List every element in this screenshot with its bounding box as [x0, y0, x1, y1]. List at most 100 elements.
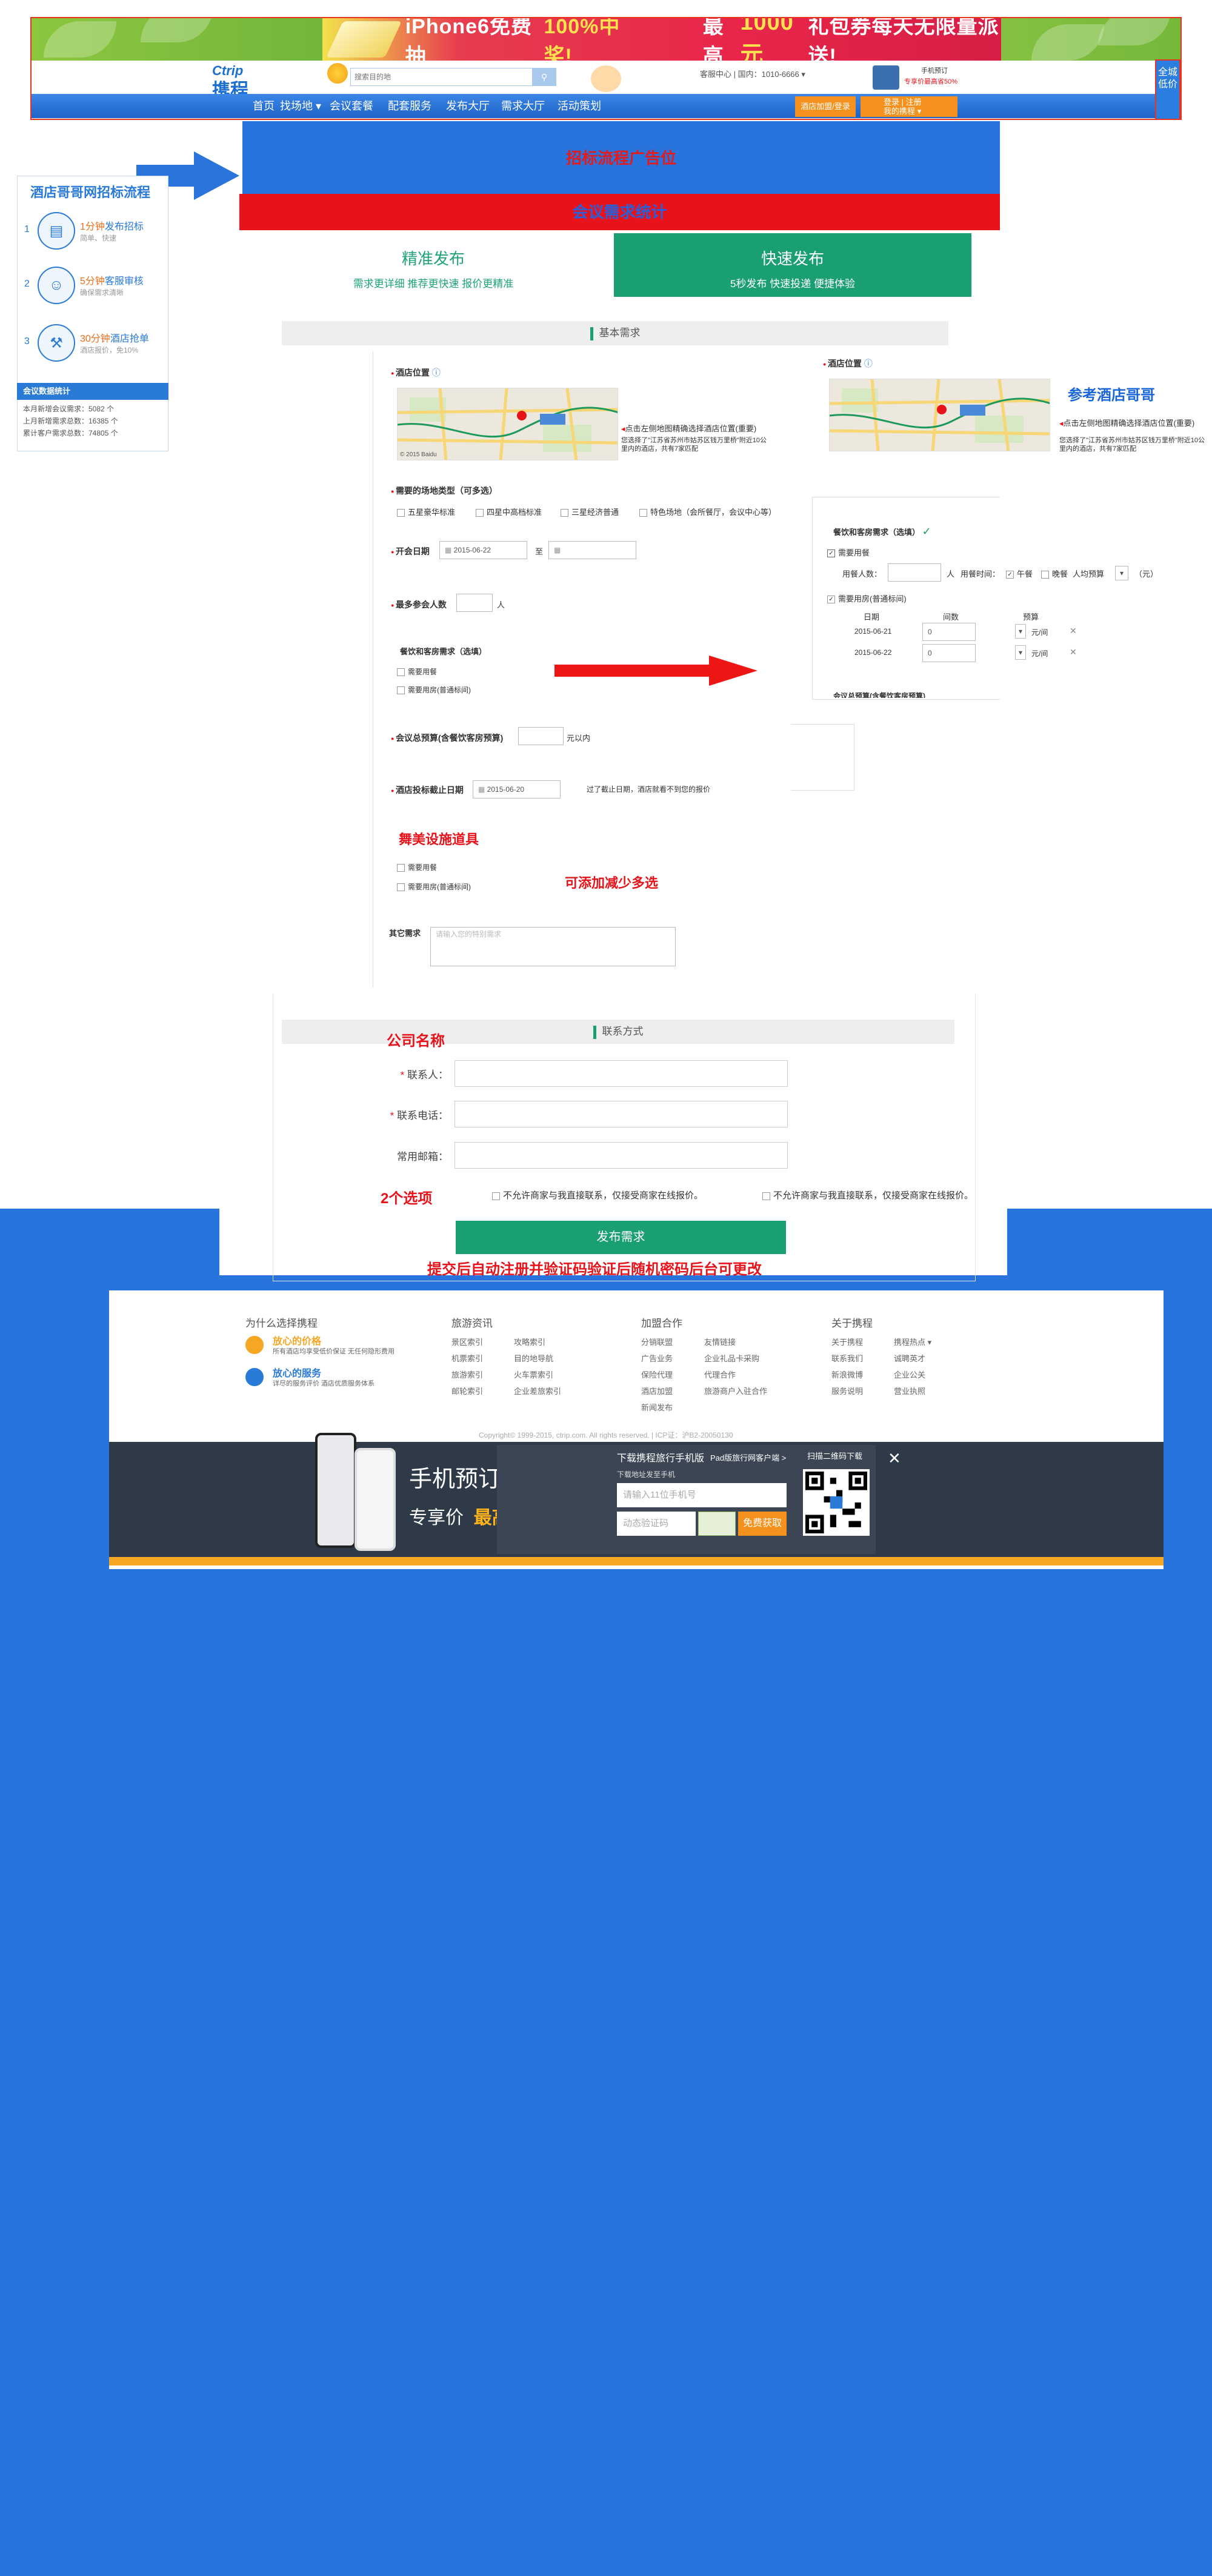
close-icon[interactable]: ✕ [888, 1449, 901, 1468]
footer-link[interactable]: 企业礼品卡采购 [704, 1352, 759, 1364]
catering-room[interactable]: 需要用房(普通标间) [397, 685, 471, 695]
header-phone-promo[interactable]: 手机预订 专享价最高省50% [873, 64, 964, 92]
budget-input[interactable] [518, 727, 564, 745]
why-item-2-sub: 详尽的服务评价 酒店优质服务体系 [273, 1380, 375, 1387]
room-select-2[interactable]: ▾ [1015, 645, 1026, 660]
right-budget-select[interactable]: ▾ [1115, 566, 1128, 580]
app-free-button[interactable]: 免费获取 [738, 1512, 787, 1536]
login-button[interactable]: 登录 | 注册 我的携程 ▾ [861, 96, 957, 117]
date-end-input[interactable]: ▦ [548, 541, 636, 559]
why-item-1-sub: 所有酒店均享受低价保证 无任何隐形费用 [273, 1348, 395, 1355]
stat-line-1: 本月新增会议需求：5082 个 [23, 405, 115, 413]
promo-banner[interactable]: iPhone6免费抽 100%中奖! 最高 1000元 礼包券每天无限量派送! [32, 18, 1180, 61]
app-code-input[interactable]: 动态验证码 [617, 1512, 696, 1536]
remove-room-1-icon[interactable]: ✕ [1070, 626, 1077, 636]
footer-link[interactable]: 广告业务 [641, 1352, 673, 1364]
venue-type-special[interactable]: 特色场地（会所餐厅，会议中心等） [639, 506, 776, 517]
header-links[interactable]: 客服中心 | 国内：1010-6666 ▾ [700, 68, 805, 79]
budget-label: 会议总预算(含餐饮客房预算) [391, 732, 503, 744]
publish-button[interactable]: 发布需求 [456, 1221, 786, 1254]
footer-link[interactable]: 机票索引 [451, 1352, 483, 1364]
step3-sub: 酒店报价，免10% [80, 346, 139, 354]
right-hotel-map [829, 379, 1050, 451]
footer-link[interactable]: 酒店加盟 [641, 1385, 673, 1396]
stage-option-1[interactable]: 需要用餐 [397, 862, 437, 872]
nav-publish-hall[interactable]: 发布大厅 [446, 94, 490, 118]
contact-option-1[interactable]: 不允许商家与我直接联系，仅接受商家在线报价。 [492, 1189, 703, 1201]
footer-link[interactable]: 新闻发布 [641, 1401, 673, 1413]
right-room-check[interactable]: ✓ 需要用房(普通标间) [827, 593, 907, 604]
app-phone-input[interactable]: 请输入11位手机号 [617, 1483, 787, 1507]
room-count-2[interactable]: 0 [922, 644, 976, 662]
room-header-count: 间数 [943, 612, 959, 622]
footer-link[interactable]: 火车票索引 [514, 1369, 553, 1380]
tab-quick-publish[interactable]: 快速发布 5秒发布 快速投递 便捷体验 [614, 233, 971, 297]
nav-home[interactable]: 首页 [253, 94, 275, 118]
venue-type-5star[interactable]: 五星豪华标准 [397, 506, 455, 517]
right-lunch[interactable]: ✓ 午餐 [1006, 568, 1033, 579]
contact-email-input[interactable] [454, 1142, 788, 1169]
footer-link[interactable]: 旅游商户入驻合作 [704, 1385, 767, 1396]
side-ad[interactable]: 全城低价 [1155, 59, 1180, 120]
hotel-join-button[interactable]: 酒店加盟/登录 [795, 96, 856, 117]
search-box[interactable]: ⚲ [350, 68, 556, 86]
room-count-1[interactable]: 0 [922, 623, 976, 641]
nav-packages[interactable]: 会议套餐 [330, 94, 373, 118]
attendees-input[interactable] [456, 594, 493, 612]
nav-event-planning[interactable]: 活动策划 [558, 94, 601, 118]
app-pad-link[interactable]: Pad版旅行网客户端 > [710, 1452, 786, 1463]
footer-link[interactable]: 友情链接 [704, 1336, 736, 1347]
annotation-ref-hotel: 参考酒店哥哥 [1068, 387, 1155, 403]
budget-unit: 元以内 [567, 734, 591, 743]
right-dinner[interactable]: 晚餐 [1041, 568, 1068, 579]
footer-link[interactable]: 攻略索引 [514, 1336, 545, 1347]
qr-graphic [805, 1472, 867, 1533]
nav-services[interactable]: 配套服务 [388, 94, 431, 118]
catering-label: 餐饮和客房需求（选填） [400, 647, 487, 656]
remove-room-2-icon[interactable]: ✕ [1070, 647, 1077, 657]
stage-option-2[interactable]: 需要用房(普通标间) [397, 881, 471, 892]
search-icon[interactable]: ⚲ [532, 68, 556, 86]
gavel-icon: ⚒ [38, 324, 75, 362]
footer-link[interactable]: 服务说明 [831, 1385, 863, 1396]
footer-link[interactable]: 邮轮索引 [451, 1385, 483, 1396]
captcha-image[interactable] [698, 1512, 736, 1536]
footer-link[interactable]: 目的地导航 [514, 1352, 553, 1364]
right-meal-check[interactable]: ✓ 需要用餐 [827, 546, 870, 558]
footer-link[interactable]: 企业差旅索引 [514, 1385, 561, 1396]
footer-link[interactable]: 保险代理 [641, 1369, 673, 1380]
room-select-1[interactable]: ▾ [1015, 624, 1026, 639]
process-step-3: 3 ⚒ 30分钟酒店抢单 酒店报价，免10% [24, 324, 170, 367]
right-per-budget: 人均预算 [1073, 569, 1105, 579]
footer-link[interactable]: 分销联盟 [641, 1336, 673, 1347]
hotel-location-map[interactable]: © 2015 Baidu [397, 388, 618, 460]
tab-precise-publish[interactable]: 精准发布 需求更详细 推荐更快速 报价更精准 [255, 233, 612, 297]
catering-meal[interactable]: 需要用餐 [397, 666, 437, 677]
date-start-input[interactable]: ▦ 2015-06-22 [439, 541, 527, 559]
other-needs-textarea[interactable]: 请输入您的特别需求 [430, 927, 676, 966]
map-hint: ◂点击左侧地图精确选择酒店位置(重要) [621, 424, 757, 433]
right-diners-input[interactable] [888, 563, 941, 582]
footer-link[interactable]: 新浪微博 [831, 1369, 863, 1380]
footer-link[interactable]: 携程热点 ▾ [894, 1336, 931, 1347]
footer-link[interactable]: 景区索引 [451, 1336, 483, 1347]
deadline-input[interactable]: ▦ 2015-06-20 [473, 780, 561, 798]
footer-link[interactable]: 联系我们 [831, 1352, 863, 1364]
map-graphic [398, 388, 618, 460]
footer-link[interactable]: 企业公关 [894, 1369, 925, 1380]
contact-phone-input[interactable] [454, 1101, 788, 1127]
nav-find-venue[interactable]: 找场地 ▾ [280, 94, 321, 118]
nav-demand-hall[interactable]: 需求大厅 [501, 94, 545, 118]
footer-link[interactable]: 旅游索引 [451, 1369, 483, 1380]
footer-link[interactable]: 营业执照 [894, 1385, 925, 1396]
footer-link[interactable]: 诚聘英才 [894, 1352, 925, 1364]
contact-name-input[interactable] [454, 1060, 788, 1087]
venue-type-3star[interactable]: 三星经济普通 [561, 506, 619, 517]
contact-option-2[interactable]: 不允许商家与我直接联系，仅接受商家在线报价。 [762, 1189, 973, 1201]
ctrip-logo[interactable]: Ctrip 携程 [212, 63, 309, 101]
search-input[interactable] [351, 68, 533, 85]
footer-link[interactable]: 代理合作 [704, 1369, 736, 1380]
venue-type-4star[interactable]: 四星中高档标准 [476, 506, 542, 517]
annotation-stage-props: 舞美设施道具 [399, 832, 479, 847]
footer-link[interactable]: 关于携程 [831, 1336, 863, 1347]
